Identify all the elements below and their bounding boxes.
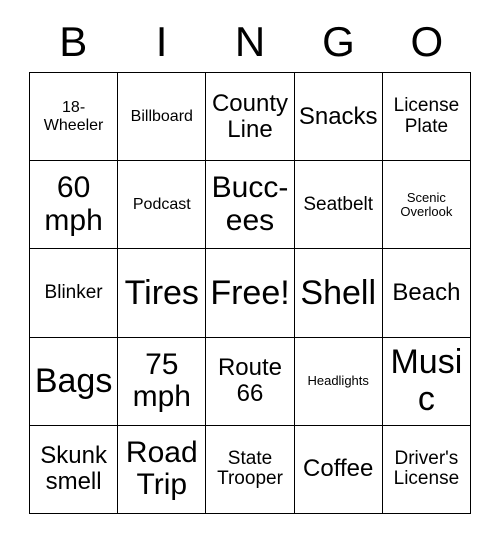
bingo-cell-label: Beach — [392, 279, 461, 307]
bingo-cell-label: Road Trip — [125, 436, 198, 502]
bingo-cell[interactable]: State Trooper — [206, 425, 295, 514]
bingo-cell[interactable]: 60 mph — [30, 161, 119, 250]
bingo-header-letter-o: O — [410, 18, 444, 65]
bingo-cell-label: 75 mph — [132, 347, 191, 414]
bingo-grid: 18- Wheeler Billboard County Line Snacks Lic… — [29, 72, 471, 514]
bingo-cell-label: License Plate — [393, 95, 460, 137]
bingo-cell[interactable]: Headlights — [294, 337, 383, 426]
bingo-card: B I N G O 18- Wheeler Billboard County Line Sna… — [0, 0, 500, 544]
bingo-cell-label: Skunk smell — [40, 442, 107, 496]
bingo-cell-label: Coffee — [303, 455, 374, 483]
bingo-cell[interactable]: Bags — [30, 337, 119, 426]
bingo-cell[interactable]: Beach — [382, 249, 471, 338]
bingo-cell[interactable]: Podcast — [118, 161, 207, 250]
bingo-cell-label: Bags — [34, 361, 113, 400]
bingo-cell-label: Shell — [300, 273, 376, 312]
bingo-cell-label: Scenic Overlook — [400, 189, 453, 219]
bingo-cell[interactable]: Coffee — [294, 425, 383, 514]
bingo-free-space-cell[interactable]: Free! — [206, 249, 295, 338]
bingo-cell[interactable]: Blinker — [30, 249, 119, 338]
bingo-cell[interactable]: Billboard — [118, 73, 207, 162]
bingo-cell[interactable]: Skunk smell — [30, 425, 119, 514]
bingo-cell-label: Seatbelt — [303, 193, 374, 215]
bingo-cell[interactable]: Tires — [118, 249, 207, 338]
bingo-cell-label: Blinker — [44, 281, 103, 303]
bingo-cell-label: Tires — [124, 273, 199, 312]
bingo-cell[interactable]: License Plate — [382, 73, 471, 162]
bingo-cell[interactable]: Bucc- ees — [206, 161, 295, 250]
bingo-cell-label: Driver's License — [393, 447, 460, 490]
bingo-cell-label: Snacks — [298, 102, 378, 130]
bingo-cell[interactable]: Shell — [294, 249, 383, 338]
bingo-cell-label: County Line — [211, 89, 289, 143]
bingo-cell-label: Bucc- ees — [211, 171, 289, 237]
bingo-cell-label: Headlights — [307, 373, 369, 389]
bingo-header-letter-g: G — [322, 18, 355, 65]
bingo-cell[interactable]: Snacks — [294, 73, 383, 162]
bingo-header-row: BINGO — [29, 14, 471, 70]
bingo-cell-label: 60 mph — [44, 171, 103, 237]
bingo-cell[interactable]: Driver's License — [382, 425, 471, 514]
bingo-cell[interactable]: Road Trip — [118, 425, 207, 514]
bingo-cell[interactable]: County Line — [206, 73, 295, 162]
bingo-cell-label: Free! — [210, 273, 290, 312]
bingo-cell[interactable]: 75 mph — [118, 337, 207, 426]
bingo-cell-label: Podcast — [132, 196, 191, 214]
bingo-cell[interactable]: Route 66 — [206, 337, 295, 426]
bingo-cell[interactable]: Scenic Overlook — [382, 161, 471, 250]
bingo-header-letter-i: I — [155, 18, 168, 65]
bingo-cell-label: Route 66 — [217, 354, 283, 408]
bingo-cell[interactable]: Music — [382, 337, 471, 426]
bingo-cell-label: 18- Wheeler — [43, 99, 104, 134]
bingo-cell-label: Billboard — [130, 107, 193, 125]
bingo-cell[interactable]: Seatbelt — [294, 161, 383, 250]
bingo-cell[interactable]: 18- Wheeler — [30, 73, 119, 162]
bingo-header-letter-n: N — [234, 18, 266, 65]
bingo-cell-label: State Trooper — [217, 447, 283, 490]
bingo-cell-label: Music — [390, 343, 463, 419]
bingo-header-letter-b: B — [59, 18, 88, 65]
